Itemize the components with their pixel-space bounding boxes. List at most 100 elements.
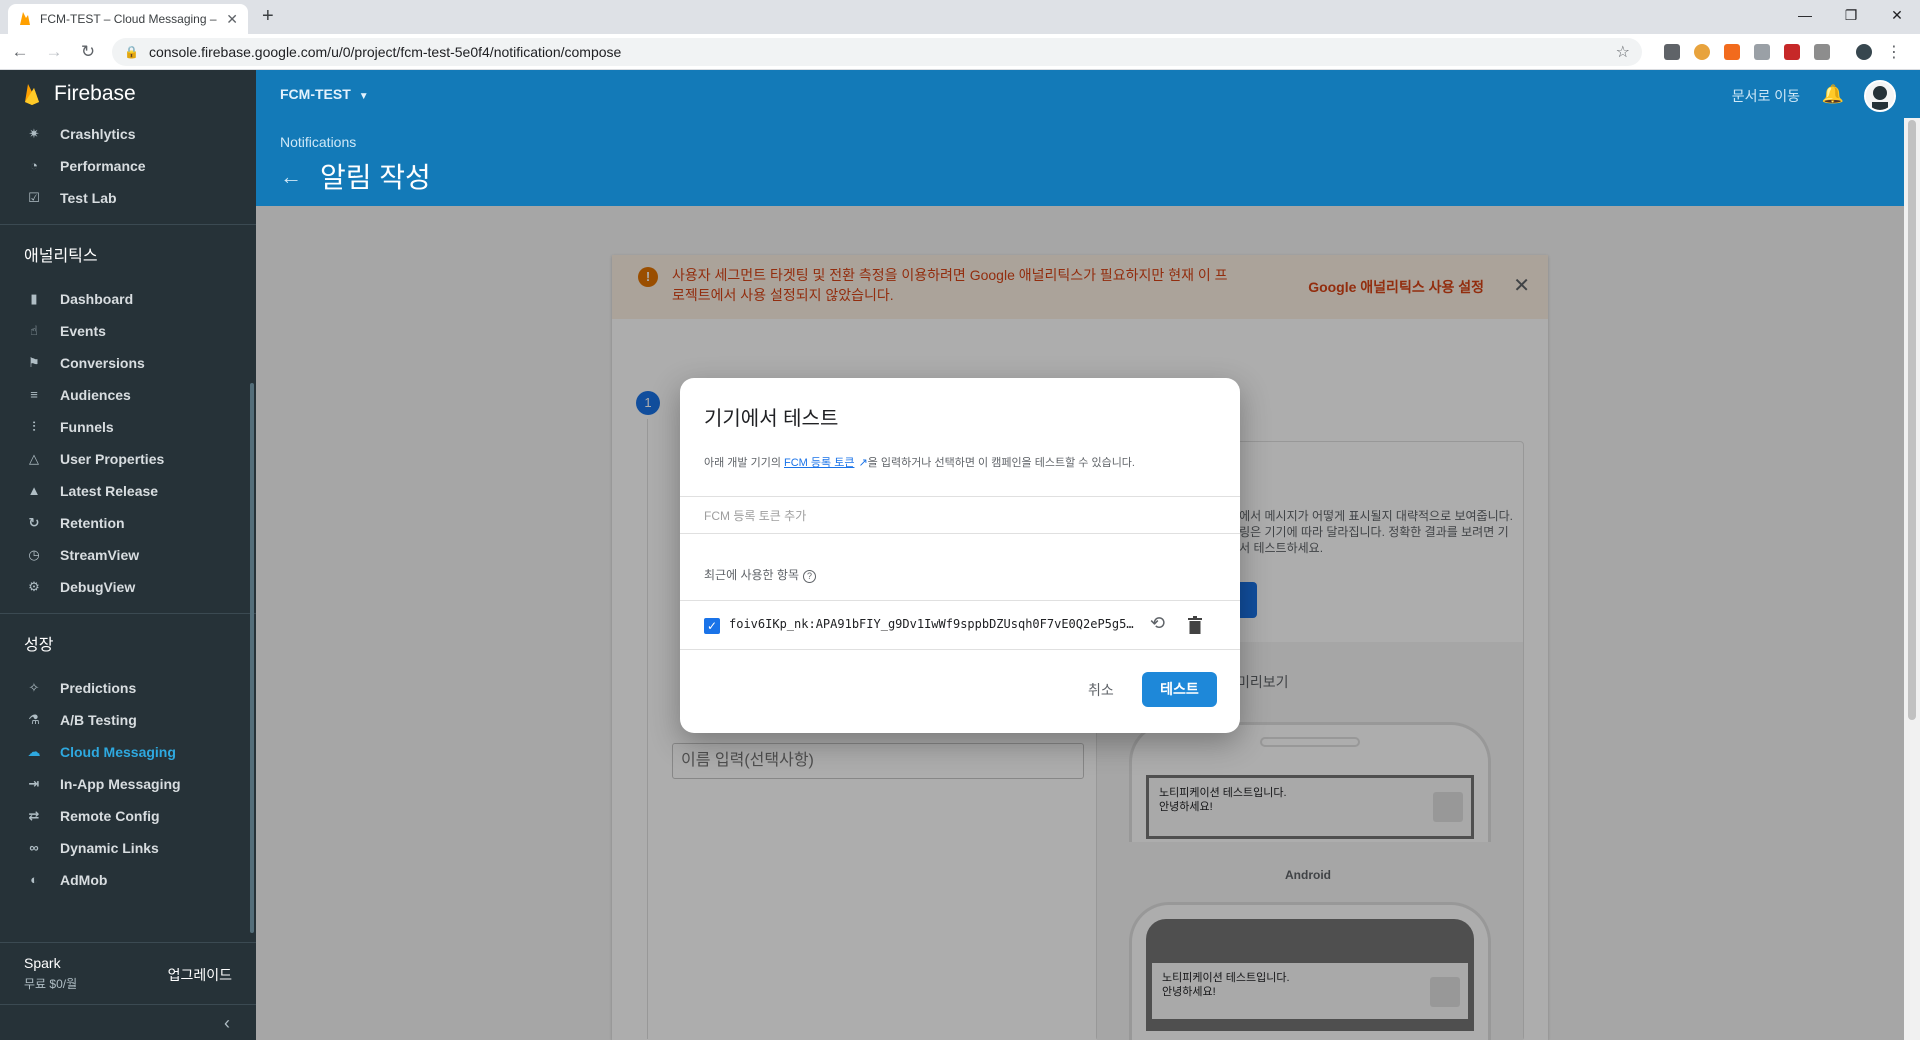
cancel-button[interactable]: 취소 (1088, 680, 1114, 700)
recent-label-text: 최근에 사용한 항목 (704, 568, 799, 582)
sidebar-item-cloud-messaging[interactable]: ☁ Cloud Messaging (0, 736, 256, 768)
back-arrow-icon[interactable]: ← (280, 164, 302, 190)
page-title: 알림 작성 (320, 162, 431, 193)
user-properties-icon: △ (29, 451, 39, 466)
sidebar-item-label: Latest Release (60, 483, 159, 499)
sidebar-item-label: StreamView (60, 547, 140, 563)
close-window-icon[interactable]: ✕ (1874, 0, 1920, 30)
sidebar-item-label: Dashboard (60, 291, 134, 307)
sidebar-item-label: Conversions (60, 355, 145, 371)
fcm-token-input[interactable]: FCM 등록 토큰 추가 (680, 496, 1240, 534)
in-app-icon: ⇥ (28, 776, 40, 791)
sidebar-item-user-properties[interactable]: △ User Properties (0, 443, 256, 475)
sidebar-scrollbar[interactable] (250, 383, 254, 933)
back-icon[interactable]: ← (6, 42, 34, 62)
extension-icon[interactable] (1754, 43, 1770, 60)
forward-icon[interactable]: → (40, 42, 68, 62)
delete-icon[interactable] (1188, 616, 1202, 634)
dialog-title: 기기에서 테스트 (704, 408, 839, 430)
funnels-icon: ⫶ (32, 419, 36, 434)
browser-tab[interactable]: FCM-TEST – Cloud Messaging – ✕ (8, 4, 248, 34)
sidebar-item-debugview[interactable]: ⚙ DebugView (0, 571, 256, 603)
cookie-extension-icon[interactable] (1694, 43, 1710, 60)
fcm-token-link[interactable]: FCM 등록 토큰 (784, 457, 854, 469)
token-value: foiv6IKp_nk:APA91bFIY_g9Dv1IwWf9sppbDZUs… (729, 617, 1139, 631)
sidebar-item-in-app-messaging[interactable]: ⇥ In-App Messaging (0, 768, 256, 800)
extension-icon[interactable] (1664, 43, 1680, 60)
sidebar-item-label: Crashlytics (60, 126, 136, 142)
sidebar-item-label: DebugView (60, 579, 136, 595)
sidebar-item-dashboard[interactable]: ▮ Dashboard (0, 283, 256, 315)
sidebar-item-remote-config[interactable]: ⇄ Remote Config (0, 800, 256, 832)
project-selector[interactable]: FCM-TEST ▼ (280, 86, 369, 102)
sidebar-item-test-lab[interactable]: ☑ Test Lab (0, 182, 256, 214)
url-field[interactable]: 🔒 console.firebase.google.com/u/0/projec… (112, 37, 1642, 66)
extension-icon[interactable] (1814, 43, 1830, 60)
reload-icon[interactable]: ↻ (74, 42, 102, 62)
sidebar-item-audiences[interactable]: ≡ Audiences (0, 379, 256, 411)
window-controls: — ❐ ✕ (1782, 0, 1920, 30)
sidebar-item-conversions[interactable]: ⚑ Conversions (0, 347, 256, 379)
firebase-brand[interactable]: Firebase (0, 70, 256, 118)
sidebar-item-label: Events (60, 323, 106, 339)
help-icon[interactable]: ? (803, 570, 816, 583)
sidebar-item-events[interactable]: ☝ Events (0, 315, 256, 347)
menu-dots-icon[interactable]: ⋮ (1886, 42, 1902, 62)
sidebar-item-crashlytics[interactable]: ✷ Crashlytics (0, 118, 256, 150)
sidebar-item-dynamic-links[interactable]: ∞ Dynamic Links (0, 832, 256, 864)
sidebar-item-streamview[interactable]: ◷ StreamView (0, 539, 256, 571)
token-checkbox[interactable]: ✓ (704, 618, 720, 634)
restore-icon[interactable]: ❐ (1828, 0, 1874, 30)
collapse-sidebar-icon[interactable]: ‹ (0, 1004, 256, 1040)
tab-title: FCM-TEST – Cloud Messaging – (40, 12, 217, 26)
page-scrollbar[interactable] (1904, 118, 1920, 1040)
notifications-bell-icon[interactable]: 🔔 (1822, 84, 1844, 105)
retention-icon: ↻ (28, 515, 40, 530)
testlab-icon: ☑ (28, 190, 40, 205)
sidebar-item-label: Predictions (60, 680, 137, 696)
avatar[interactable] (1864, 80, 1896, 112)
pdf-extension-icon[interactable] (1784, 43, 1800, 60)
clock-icon: ◷ (28, 547, 40, 562)
external-link-icon[interactable]: ↗ (858, 456, 867, 469)
firebase-logo-icon (25, 84, 39, 105)
link-icon: ∞ (29, 840, 39, 855)
history-icon[interactable]: ⟲ (1150, 613, 1165, 634)
minimize-icon[interactable]: — (1782, 0, 1828, 30)
breadcrumb[interactable]: Notifications (280, 134, 356, 150)
recent-items-label: 최근에 사용한 항목? (704, 566, 816, 583)
cloud-messaging-icon: ☁ (27, 744, 41, 759)
audiences-icon: ≡ (30, 387, 38, 402)
sidebar-item-ab-testing[interactable]: ⚗ A/B Testing (0, 704, 256, 736)
upgrade-button[interactable]: 업그레이드 (168, 965, 232, 985)
sidebar-item-latest-release[interactable]: ▲ Latest Release (0, 475, 256, 507)
url-text: console.firebase.google.com/u/0/project/… (148, 43, 622, 60)
tab-close-icon[interactable]: ✕ (226, 11, 238, 28)
docs-link[interactable]: 문서로 이동 (1732, 86, 1800, 106)
desc-suffix: 을 입력하거나 선택하면 이 캠페인을 테스트할 수 있습니다. (867, 457, 1135, 469)
extension-icon[interactable] (1724, 43, 1740, 60)
sidebar-item-predictions[interactable]: ✧ Predictions (0, 672, 256, 704)
remote-config-icon: ⇄ (28, 808, 40, 823)
flag-icon: ⚑ (28, 355, 40, 370)
sidebar-item-performance[interactable]: ◔ Performance (0, 150, 256, 182)
sidebar-item-retention[interactable]: ↻ Retention (0, 507, 256, 539)
sidebar-item-label: Cloud Messaging (60, 744, 176, 760)
test-button[interactable]: 테스트 (1142, 672, 1217, 707)
sidebar-item-label: Dynamic Links (60, 840, 159, 856)
browser-tab-bar: FCM-TEST – Cloud Messaging – ✕ + — ❐ ✕ (0, 0, 1920, 34)
brand-name: Firebase (54, 82, 136, 105)
sidebar-section-analytics: 애널리틱스 (24, 248, 98, 265)
sidebar-item-admob[interactable]: ◐ AdMob (0, 864, 256, 896)
bookmark-star-icon[interactable]: ☆ (1616, 42, 1630, 62)
scrollbar-thumb[interactable] (1908, 120, 1916, 720)
new-tab-icon[interactable]: + (262, 5, 274, 28)
sidebar-item-funnels[interactable]: ⫶ Funnels (0, 411, 256, 443)
events-icon: ☝ (30, 323, 38, 338)
page-header: FCM-TEST ▼ 문서로 이동 🔔 Notifications ← 알림 작성 (256, 70, 1920, 206)
profile-avatar-icon[interactable] (1856, 43, 1872, 60)
lock-icon: 🔒 (124, 44, 139, 59)
dialog-description: 아래 개발 기기의 FCM 등록 토큰 ↗을 입력하거나 선택하면 이 캠페인을 … (704, 454, 1135, 470)
debug-icon: ⚙ (28, 579, 40, 594)
address-bar: ← → ↻ 🔒 console.firebase.google.com/u/0/… (0, 34, 1920, 70)
